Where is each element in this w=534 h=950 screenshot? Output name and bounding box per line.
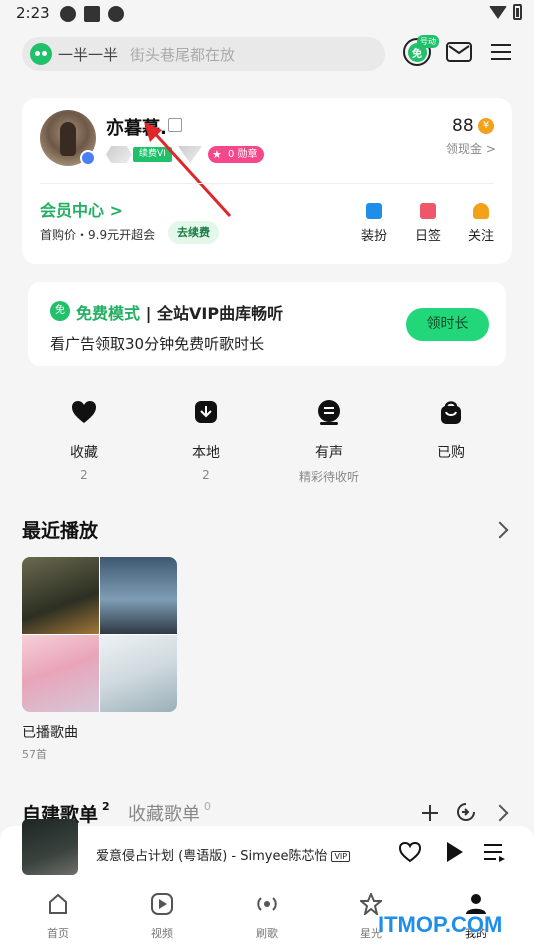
audio-icon xyxy=(318,400,340,425)
free-mode-desc: 看广告领取30分钟免费听歌时长 xyxy=(50,335,265,353)
recent-playlist-cover[interactable] xyxy=(22,557,177,712)
nav-video[interactable]: 视频 xyxy=(132,893,192,941)
battery-icon xyxy=(513,4,522,20)
quick-local[interactable]: 本地 2 xyxy=(166,398,246,482)
status-bar: 2:23 xyxy=(0,0,534,28)
annotation-arrow xyxy=(144,122,232,218)
mini-player-cover[interactable] xyxy=(22,819,78,875)
free-logo-icon: 免 xyxy=(50,301,70,321)
shortcut-label: 日签 xyxy=(414,229,441,244)
playlist-count: 57首 xyxy=(22,748,47,761)
renew-button[interactable]: 去续费 xyxy=(168,221,219,244)
divider xyxy=(40,183,494,184)
tab-fav-playlists[interactable]: 收藏歌单 0 xyxy=(128,800,211,826)
chevron-right-icon[interactable] xyxy=(491,521,509,539)
shortcut-daily-sign[interactable]: 日签 xyxy=(408,203,448,244)
nav-radio[interactable]: 刷歌 xyxy=(237,893,297,941)
chevron-right-icon: > xyxy=(109,201,123,220)
claim-time-button[interactable]: 领时长 xyxy=(406,308,489,341)
cash-link[interactable]: 领现金 > xyxy=(446,140,496,157)
free-mode-title: 免费模式 | 全站VIP曲库畅听 xyxy=(76,304,284,323)
video-icon xyxy=(151,893,173,915)
playlist-name[interactable]: 已播歌曲 xyxy=(22,722,78,742)
app-logo-icon xyxy=(30,43,52,65)
shortcut-label: 装扮 xyxy=(360,229,387,244)
member-center-label: 会员中心 xyxy=(40,201,105,220)
avatar-badge-icon xyxy=(80,150,96,166)
quick-audio[interactable]: 有声 精彩待收听 xyxy=(289,398,369,485)
heart-outline-icon[interactable] xyxy=(398,841,422,863)
quick-favorites[interactable]: 收藏 2 xyxy=(44,398,124,482)
watermark: ITMOP.COM xyxy=(378,912,503,937)
search-input[interactable]: 一半一半 街头巷尾都在放 xyxy=(22,37,385,71)
play-icon[interactable] xyxy=(442,841,466,863)
chevron-right-icon[interactable] xyxy=(491,804,509,822)
shortcut-label: 关注 xyxy=(467,229,494,244)
recent-title: 最近播放 xyxy=(22,520,99,542)
coin-icon: ¥ xyxy=(478,118,494,134)
shortcut-follow[interactable]: 关注 xyxy=(461,203,501,244)
globe-icon xyxy=(108,6,124,22)
coins-value[interactable]: 88 xyxy=(452,116,474,136)
vip-tag: VIP xyxy=(331,851,351,862)
app-status-icon xyxy=(60,6,76,22)
nav-home[interactable]: 首页 xyxy=(28,893,88,941)
heart-icon xyxy=(72,401,96,423)
first-price-text: 首购价・9.9元开超会 xyxy=(40,228,156,242)
notification-icon xyxy=(84,6,100,22)
radio-icon xyxy=(257,897,277,911)
playlist-icon[interactable] xyxy=(482,841,506,863)
vip-level-icon[interactable] xyxy=(106,146,132,163)
member-center-link[interactable]: 会员中心 > xyxy=(40,197,123,221)
search-text: 一半一半 xyxy=(58,45,119,64)
mail-icon[interactable] xyxy=(445,38,473,66)
download-icon xyxy=(195,401,217,423)
shirt-icon xyxy=(366,203,382,219)
wifi-icon xyxy=(489,5,507,19)
home-icon xyxy=(49,893,67,914)
import-icon[interactable] xyxy=(456,802,476,822)
status-time: 2:23 xyxy=(16,4,50,22)
bag-icon xyxy=(441,401,461,424)
shortcut-dress-up[interactable]: 装扮 xyxy=(354,203,394,244)
mini-player-title[interactable]: 爱意侵占计划 (粤语版) - Simyee陈芯怡 VIP xyxy=(96,845,351,864)
search-hint: 街头巷尾都在放 xyxy=(130,45,236,64)
promo-tag: 号动 xyxy=(417,35,439,48)
menu-icon[interactable] xyxy=(487,38,515,66)
checkbox-icon xyxy=(420,203,436,219)
add-icon[interactable] xyxy=(420,803,440,823)
quick-purchased[interactable]: 已购 xyxy=(411,398,491,468)
person-icon xyxy=(473,203,489,219)
